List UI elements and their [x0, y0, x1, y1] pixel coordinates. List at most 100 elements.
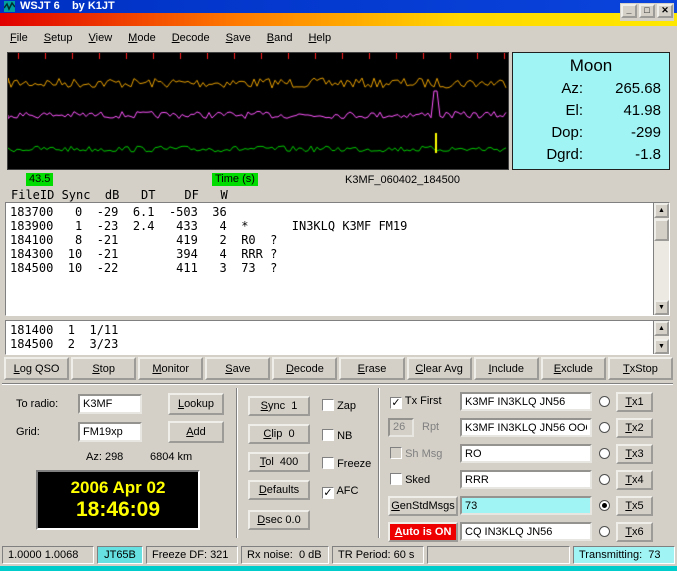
scroll-up-icon[interactable]: ▲ — [654, 321, 669, 336]
decode-text-area[interactable]: 183700 0 -29 6.1 -503 36 183900 1 -23 2.… — [5, 202, 670, 316]
tx4-button[interactable]: Tx4 — [616, 470, 653, 490]
tx2-button[interactable]: Tx2 — [616, 418, 653, 438]
minimize-button[interactable]: _ — [621, 4, 637, 18]
close-button[interactable]: ✕ — [657, 4, 673, 18]
txstop-button[interactable]: TxStop — [607, 357, 673, 380]
menu-view[interactable]: View — [81, 29, 121, 47]
avg-scrollbar[interactable]: ▲ ▼ — [653, 321, 669, 354]
exclude-button[interactable]: Exclude — [540, 357, 606, 380]
tol-button[interactable]: Tol 400 — [248, 452, 310, 472]
tx5-radio[interactable] — [599, 500, 610, 511]
grid-input[interactable] — [78, 422, 142, 442]
tx2-message-input[interactable] — [460, 418, 592, 437]
divider — [2, 383, 673, 385]
signal-graph[interactable] — [7, 52, 509, 170]
menu-file[interactable]: File — [2, 29, 36, 47]
tx3-message-input[interactable] — [460, 444, 592, 463]
decode-scrollbar[interactable]: ▲ ▼ — [653, 203, 669, 315]
tx2-radio[interactable] — [599, 422, 610, 433]
to-radio-input[interactable] — [78, 394, 142, 414]
tx1-radio[interactable] — [599, 396, 610, 407]
scroll-down-icon[interactable]: ▼ — [654, 300, 669, 315]
save-button[interactable]: Save — [205, 357, 271, 380]
desktop: WSJT 6 by K1JT _ □ ✕ File Setup View Mod… — [0, 0, 677, 571]
tx6-button[interactable]: Tx6 — [616, 522, 653, 542]
menu-decode[interactable]: Decode — [164, 29, 218, 47]
decode-row[interactable]: 184100 8 -21 419 2 R0 ? — [10, 233, 649, 247]
azimuth-text: Az: 298 — [86, 451, 124, 463]
tx5-button[interactable]: Tx5 — [616, 496, 653, 516]
menu-setup[interactable]: Setup — [36, 29, 81, 47]
scroll-up-icon[interactable]: ▲ — [654, 203, 669, 218]
freeze-checkbox[interactable] — [322, 457, 334, 469]
decode-row[interactable]: 184300 10 -21 394 4 RRR ? — [10, 247, 649, 261]
gen-std-msgs-button[interactable]: GenStdMsgs — [388, 496, 458, 516]
status-mode: JT65B — [97, 545, 143, 564]
average-text-area[interactable]: 181400 1 1/11 184500 2 3/23 ▲ ▼ — [5, 320, 670, 355]
decode-column-header: FileID Sync dB DT DF W — [11, 188, 228, 202]
avg-row[interactable]: 184500 2 3/23 — [10, 337, 649, 351]
title-bar[interactable]: WSJT 6 by K1JT _ □ ✕ — [0, 0, 677, 26]
menu-save[interactable]: Save — [218, 29, 259, 47]
rpt-field: 26 — [388, 418, 414, 437]
clip-button[interactable]: Clip 0 — [248, 424, 310, 444]
utc-clock: 2006 Apr 02 18:46:09 — [36, 470, 200, 530]
tx-first-checkbox[interactable] — [390, 397, 402, 409]
status-rx-noise: Rx noise: 0 dB — [241, 545, 329, 564]
maximize-button[interactable]: □ — [639, 4, 655, 18]
tx3-radio[interactable] — [599, 448, 610, 459]
tx6-radio[interactable] — [599, 526, 610, 537]
scroll-down-icon[interactable]: ▼ — [654, 339, 669, 354]
decode-row[interactable]: 183700 0 -29 6.1 -503 36 — [10, 205, 649, 219]
status-spacer — [427, 545, 570, 564]
moon-panel: Moon Az: 265.68 El: 41.98 Dop: -299 Dgrd: -1… — [512, 52, 670, 170]
app-window: WSJT 6 by K1JT _ □ ✕ File Setup View Mod… — [0, 0, 677, 566]
dsec-button[interactable]: Dsec 0.0 — [248, 510, 310, 530]
sked-checkbox[interactable] — [390, 473, 402, 485]
lookup-button[interactable]: Lookup — [168, 393, 224, 415]
menu-mode[interactable]: Mode — [120, 29, 164, 47]
decode-row[interactable]: 183900 1 -23 2.4 433 4 * IN3KLQ K3MF FM1… — [10, 219, 649, 233]
include-button[interactable]: Include — [473, 357, 539, 380]
status-freeze-df: Freeze DF: 321 — [146, 545, 238, 564]
title-bar-gradient — [0, 13, 677, 26]
sync-button[interactable]: Sync 1 — [248, 396, 310, 416]
defaults-button[interactable]: Defaults — [248, 480, 310, 500]
tx4-radio[interactable] — [599, 474, 610, 485]
sh-msg-checkbox[interactable] — [390, 447, 402, 459]
status-transmitting: Transmitting: 73 — [573, 545, 675, 564]
afc-checkbox[interactable] — [322, 487, 334, 499]
window-title: WSJT 6 by K1JT — [20, 0, 115, 12]
scroll-thumb[interactable] — [654, 219, 669, 241]
log-qso-button[interactable]: Log QSO — [4, 357, 70, 380]
moon-dgrd-value: -1.8 — [635, 146, 661, 163]
clear-avg-button[interactable]: Clear Avg — [406, 357, 472, 380]
moon-dgrd-label: Dgrd: — [546, 146, 583, 163]
stop-button[interactable]: Stop — [71, 357, 137, 380]
tx4-message-input[interactable] — [460, 470, 592, 489]
freeze-label: Freeze — [337, 458, 372, 470]
erase-button[interactable]: Erase — [339, 357, 405, 380]
tx1-button[interactable]: Tx1 — [616, 392, 653, 412]
moon-title: Moon — [569, 56, 613, 75]
app-icon — [3, 1, 16, 12]
scale-label: 43.5 — [26, 173, 54, 186]
tx3-button[interactable]: Tx3 — [616, 444, 653, 464]
waveform-canvas[interactable] — [8, 53, 508, 169]
add-button[interactable]: Add — [168, 421, 224, 443]
divider — [378, 388, 380, 538]
decode-row[interactable]: 184500 10 -22 411 3 73 ? — [10, 261, 649, 275]
monitor-button[interactable]: Monitor — [138, 357, 204, 380]
tx1-message-input[interactable] — [460, 392, 592, 411]
menu-help[interactable]: Help — [300, 29, 339, 47]
auto-toggle-button[interactable]: Auto is ON — [388, 522, 458, 542]
avg-row[interactable]: 181400 1 1/11 — [10, 323, 649, 337]
window-controls: _ □ ✕ — [620, 3, 674, 21]
menu-band[interactable]: Band — [259, 29, 301, 47]
tx6-message-input[interactable] — [460, 522, 592, 541]
nb-checkbox[interactable] — [322, 429, 334, 441]
decode-button[interactable]: Decode — [272, 357, 338, 380]
tx5-message-input[interactable] — [460, 496, 592, 515]
zap-checkbox[interactable] — [322, 399, 334, 411]
time-axis-label: Time (s) — [212, 173, 258, 186]
